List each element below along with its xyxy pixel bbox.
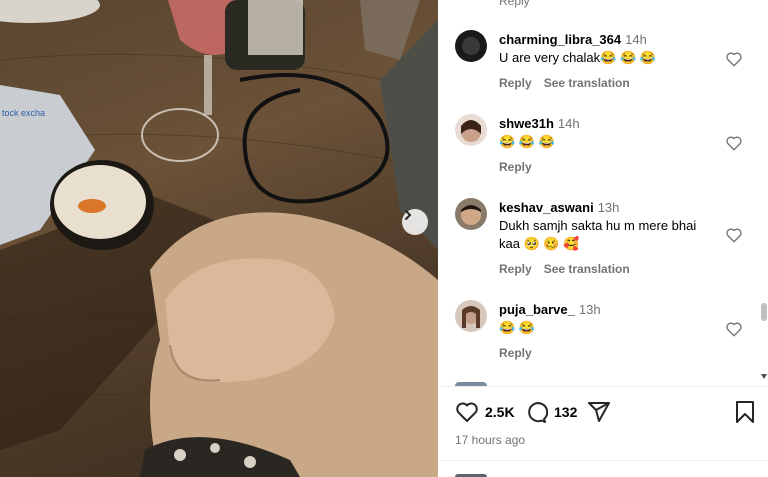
comment-header: keshav_aswani 13h xyxy=(499,200,619,215)
post-actions-bar: 2.5K 132 xyxy=(438,396,768,430)
comment-header: shwe31h 14h xyxy=(499,116,580,131)
heart-icon[interactable] xyxy=(725,134,743,152)
comment-header: charming_libra_364 14h xyxy=(499,32,647,47)
comment-actions: Reply See translation xyxy=(499,262,642,276)
photo-scene: tock excha xyxy=(0,0,438,477)
reply-link[interactable]: Reply xyxy=(499,346,532,360)
reply-link[interactable]: Reply xyxy=(499,160,532,174)
scroll-down-arrow-icon[interactable] xyxy=(761,374,767,379)
comment-username[interactable]: shwe31h xyxy=(499,116,554,131)
comment-count[interactable]: 132 xyxy=(554,404,577,420)
comments-panel: Reply charming_libra_364 14h U are very c… xyxy=(438,0,768,477)
next-image-button[interactable] xyxy=(402,209,428,235)
heart-icon[interactable] xyxy=(725,226,743,244)
comment-time[interactable]: 13h xyxy=(598,200,620,215)
reply-link[interactable]: Reply xyxy=(499,76,532,90)
avatar[interactable] xyxy=(455,114,487,146)
comment-username[interactable]: charming_libra_364 xyxy=(499,32,621,47)
bookmark-icon xyxy=(736,401,754,423)
comment-header: puja_barve_ 13h xyxy=(499,302,601,317)
heart-icon xyxy=(456,402,478,422)
like-button[interactable]: 2.5K xyxy=(455,400,515,424)
comment-actions: Reply xyxy=(499,160,544,174)
comment-actions: Reply xyxy=(499,346,544,360)
post-time-ago[interactable]: 17 hours ago xyxy=(455,433,525,447)
share-button[interactable] xyxy=(587,400,611,424)
heart-icon[interactable] xyxy=(725,50,743,68)
scrollbar-thumb[interactable] xyxy=(761,303,767,321)
comment-text: Dukh samjh sakta hu m mere bhai kaa 🥺 🥴 … xyxy=(499,218,697,251)
comment-username[interactable]: puja_barve_ xyxy=(499,302,575,317)
see-translation-link[interactable]: See translation xyxy=(544,262,630,276)
divider xyxy=(438,386,768,387)
like-count[interactable]: 2.5K xyxy=(485,404,515,420)
avatar-image xyxy=(455,30,487,62)
comments-scrollbar[interactable] xyxy=(760,0,768,386)
comment-icon xyxy=(528,402,548,423)
avatar[interactable] xyxy=(455,30,487,62)
avatar[interactable] xyxy=(455,198,487,230)
heart-icon[interactable] xyxy=(725,320,743,338)
svg-text:tock excha: tock excha xyxy=(2,108,45,118)
reply-link[interactable]: Reply xyxy=(499,262,532,276)
divider xyxy=(438,460,768,461)
comment-time[interactable]: 13h xyxy=(579,302,601,317)
comment-button[interactable]: 132 xyxy=(524,400,577,424)
comment-text: 😂 😂 😂 xyxy=(499,134,555,149)
avatar-image xyxy=(455,198,487,230)
comment-username[interactable]: keshav_aswani xyxy=(499,200,594,215)
comment-text: U are very chalak😂 😂 😂 xyxy=(499,50,656,65)
avatar[interactable] xyxy=(455,300,487,332)
comments-list[interactable]: Reply charming_libra_364 14h U are very c… xyxy=(438,0,768,386)
comment-actions: Reply See translation xyxy=(499,76,642,90)
share-icon xyxy=(588,402,610,422)
see-translation-link[interactable]: See translation xyxy=(544,76,630,90)
chevron-right-icon xyxy=(405,210,412,220)
reply-link[interactable]: Reply xyxy=(499,0,530,8)
comment-time[interactable]: 14h xyxy=(625,32,647,47)
avatar-image xyxy=(455,300,487,332)
avatar-image xyxy=(455,114,487,146)
post-photo: tock excha xyxy=(0,0,438,477)
comment-text: 😂 😂 xyxy=(499,320,535,335)
comment-time[interactable]: 14h xyxy=(558,116,580,131)
save-button[interactable] xyxy=(734,400,756,424)
